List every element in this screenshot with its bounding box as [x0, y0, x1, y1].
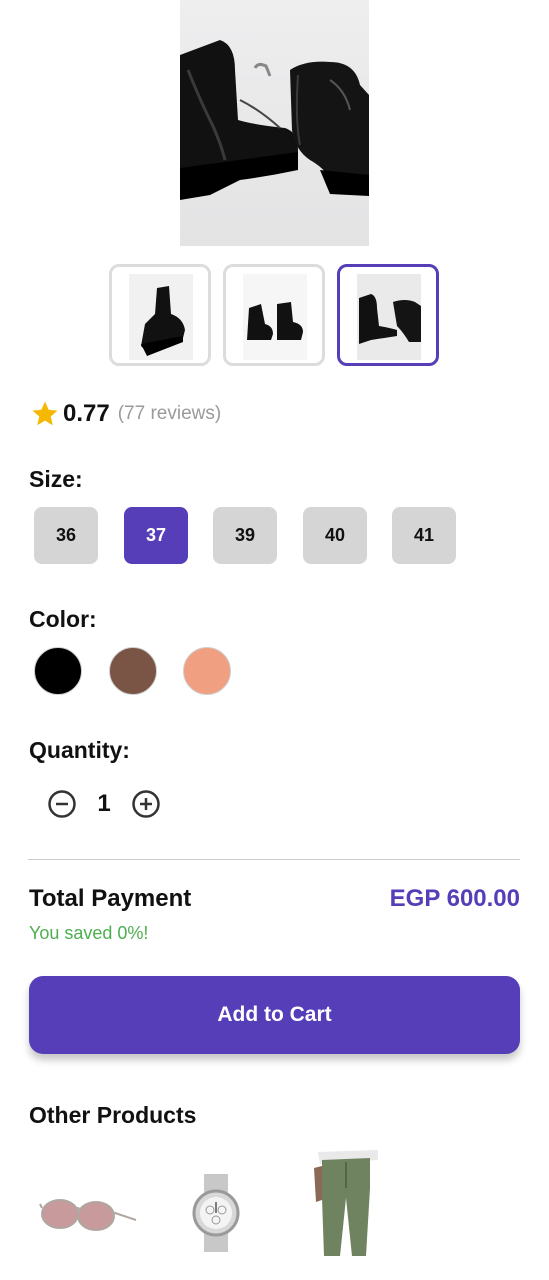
color-swatch-black[interactable]: [34, 647, 82, 695]
quantity-value: 1: [97, 790, 111, 817]
product-sunglasses[interactable]: [38, 1190, 138, 1240]
review-count[interactable]: (77 reviews): [118, 403, 221, 425]
size-label: Size:: [29, 466, 83, 492]
quantity-label: Quantity:: [29, 737, 130, 763]
thumbnail-2[interactable]: [223, 264, 325, 366]
plus-circle-icon[interactable]: [131, 789, 161, 819]
divider: [28, 859, 520, 860]
size-option-41[interactable]: 41: [392, 507, 456, 564]
size-option-37[interactable]: 37: [124, 507, 188, 564]
total-payment-label: Total Payment: [29, 885, 192, 912]
total-payment-amount: EGP 600.00: [389, 885, 520, 912]
thumbnail-1[interactable]: [109, 264, 211, 366]
color-label: Color:: [29, 606, 97, 632]
rating-value: 0.77: [63, 400, 110, 427]
color-swatch-peach[interactable]: [183, 647, 231, 695]
thumbnail-3[interactable]: [337, 264, 439, 366]
product-main-image: [180, 0, 369, 246]
savings-text: You saved 0%!: [29, 923, 149, 943]
add-to-cart-button[interactable]: Add to Cart: [29, 976, 520, 1054]
product-watch[interactable]: [188, 1172, 244, 1254]
other-products-list: [0, 1140, 549, 1280]
size-option-40[interactable]: 40: [303, 507, 367, 564]
star-icon: [32, 401, 58, 426]
minus-circle-icon[interactable]: [47, 789, 77, 819]
size-option-36[interactable]: 36: [34, 507, 98, 564]
quantity-stepper: 1: [47, 788, 161, 820]
rating-row: 0.77 (77 reviews): [30, 396, 221, 432]
size-option-39[interactable]: 39: [213, 507, 277, 564]
product-pants[interactable]: [312, 1148, 384, 1258]
thumbnail-gallery: [0, 264, 549, 366]
other-products-title: Other Products: [29, 1102, 197, 1128]
color-swatch-brown[interactable]: [109, 647, 157, 695]
